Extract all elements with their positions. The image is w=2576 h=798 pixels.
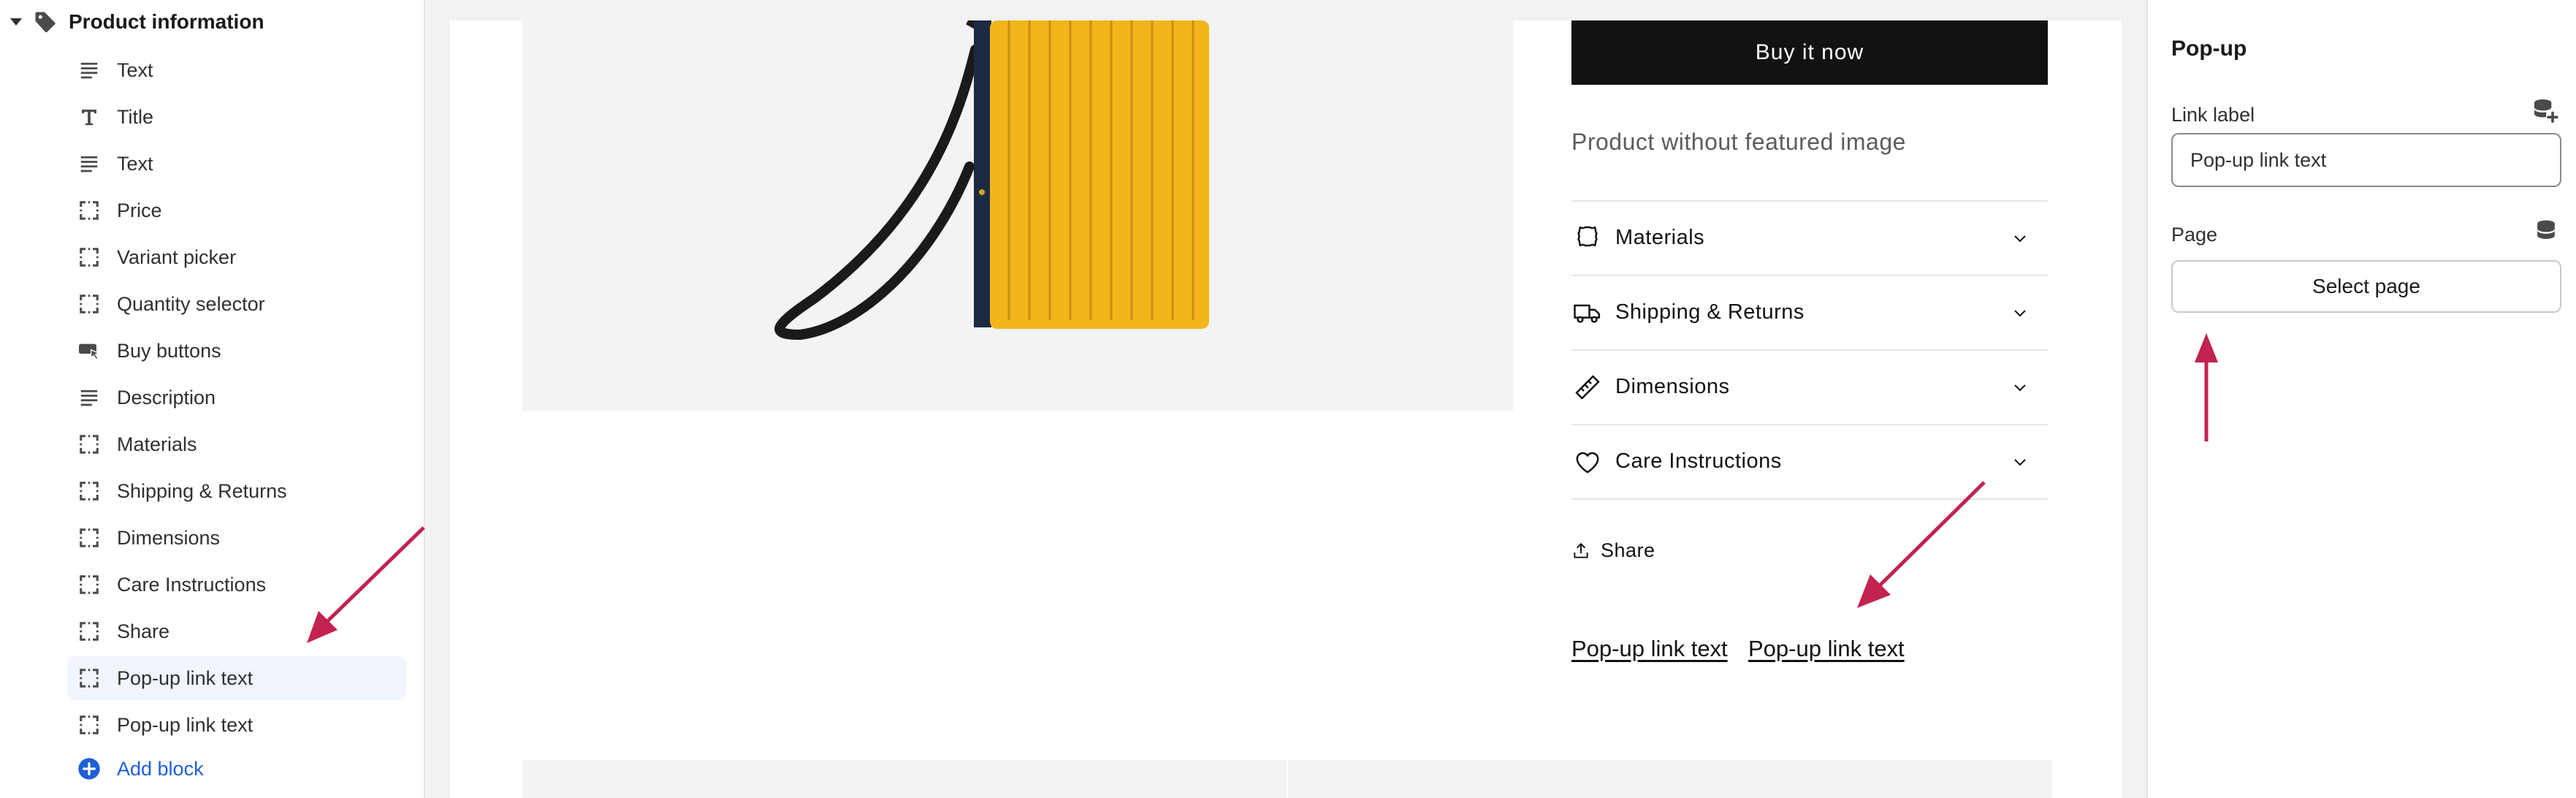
yellow-bag-image — [774, 20, 1209, 341]
sidebar-item-pop-up-link-text[interactable]: Pop-up link text — [67, 656, 406, 700]
product-image[interactable] — [522, 20, 1513, 411]
sidebar-item-share[interactable]: Share — [67, 609, 406, 653]
accordion-materials[interactable]: Materials — [1571, 200, 2048, 274]
accordion-dimensions[interactable]: Dimensions — [1571, 349, 2048, 423]
sidebar-item-price[interactable]: Price — [67, 189, 406, 232]
sidebar-item-variant-picker[interactable]: Variant picker — [67, 235, 406, 279]
preview-canvas: Buy it now Product without featured imag… — [425, 0, 2146, 798]
heart-icon — [1571, 446, 1604, 478]
sidebar-item-quantity-selector[interactable]: Quantity selector — [67, 282, 406, 326]
sidebar-item-label: Share — [117, 620, 170, 642]
button-cursor-icon — [76, 338, 102, 364]
title-T-icon — [76, 104, 102, 130]
media-placeholder — [522, 760, 1287, 798]
popup-link-2[interactable]: Pop-up link text — [1748, 636, 1905, 662]
block-dashed-icon — [76, 665, 102, 691]
section-title: Product information — [69, 10, 264, 33]
sidebar-item-label: Buy buttons — [117, 339, 221, 362]
truck-icon — [1571, 297, 1604, 329]
block-dashed-icon — [76, 431, 102, 457]
accordion-label: Shipping & Returns — [1615, 300, 1805, 324]
sidebar-item-label: Title — [117, 105, 154, 128]
accordion-care-instructions[interactable]: Care Instructions — [1571, 424, 2048, 498]
leather-hide-icon — [1571, 222, 1604, 254]
sidebar-item-label: Care Instructions — [117, 573, 267, 596]
share-label: Share — [1601, 539, 1655, 561]
text-lines-icon — [76, 384, 102, 411]
accordion-label: Dimensions — [1615, 375, 1730, 398]
add-block-button[interactable]: Add block — [67, 747, 406, 791]
dynamic-source-icon[interactable] — [2532, 218, 2560, 246]
sidebar-item-dimensions[interactable]: Dimensions — [67, 516, 406, 560]
sidebar-item-label: Text — [117, 58, 153, 81]
link-label-label: Link label — [2171, 104, 2255, 126]
select-page-button[interactable]: Select page — [2171, 260, 2561, 313]
sidebar-item-pop-up-link-text[interactable]: Pop-up link text — [67, 703, 406, 747]
tag-icon — [35, 12, 56, 33]
sidebar-item-title[interactable]: Title — [67, 95, 406, 139]
sidebar-item-label: Materials — [117, 433, 197, 455]
block-dashed-icon — [76, 571, 102, 598]
accordion-label: Care Instructions — [1615, 449, 1782, 473]
caret-down-icon[interactable] — [10, 18, 22, 26]
accordion-divider — [1571, 498, 2048, 500]
share-button[interactable]: Share — [1571, 539, 1655, 562]
sidebar-item-materials[interactable]: Materials — [67, 422, 406, 466]
accordion-shipping-returns[interactable]: Shipping & Returns — [1571, 275, 2048, 349]
add-block-label: Add block — [117, 757, 204, 780]
sidebar-item-label: Price — [117, 199, 162, 221]
accordion-label: Materials — [1615, 226, 1705, 249]
block-dashed-icon — [76, 618, 102, 645]
sidebar-item-label: Pop-up link text — [117, 713, 254, 736]
chevron-down-icon — [2014, 459, 2026, 466]
settings-title: Pop-up — [2171, 37, 2247, 61]
plus-circle-icon — [76, 756, 102, 782]
page-label: Page — [2171, 224, 2218, 246]
chevron-down-icon — [2014, 310, 2026, 317]
block-sidebar: Product information Text Title Text Price Va… — [0, 0, 425, 798]
sidebar-item-text[interactable]: Text — [67, 48, 406, 92]
sidebar-item-label: Dimensions — [117, 526, 221, 549]
block-dashed-icon — [76, 712, 102, 738]
sidebar-item-label: Pop-up link text — [117, 666, 254, 689]
share-upload-icon — [1574, 542, 1588, 558]
sidebar-item-description[interactable]: Description — [67, 376, 406, 419]
block-dashed-icon — [76, 525, 102, 551]
block-dashed-icon — [76, 197, 102, 224]
link-label-input[interactable] — [2171, 133, 2561, 187]
sidebar-item-shipping-returns[interactable]: Shipping & Returns — [67, 469, 406, 513]
sidebar-item-care-instructions[interactable]: Care Instructions — [67, 563, 406, 607]
sidebar-item-buy-buttons[interactable]: Buy buttons — [67, 329, 406, 373]
sidebar-item-label: Description — [117, 386, 216, 408]
popup-link-1[interactable]: Pop-up link text — [1571, 636, 1728, 662]
block-settings-panel: Pop-up Link label Page Select page — [2146, 0, 2576, 798]
block-dashed-icon — [76, 244, 102, 270]
ruler-icon — [1571, 371, 1604, 403]
media-placeholder — [1288, 760, 2052, 798]
chevron-down-icon — [2014, 384, 2026, 392]
text-lines-icon — [76, 57, 102, 83]
sidebar-item-label: Quantity selector — [117, 292, 265, 315]
sidebar-item-text[interactable]: Text — [67, 142, 406, 186]
block-dashed-icon — [76, 291, 102, 317]
chevron-down-icon — [2014, 235, 2026, 243]
sidebar-item-label: Shipping & Returns — [117, 479, 287, 502]
sidebar-item-label: Variant picker — [117, 246, 237, 268]
product-page-preview: Buy it now Product without featured imag… — [449, 20, 2123, 798]
block-dashed-icon — [76, 478, 102, 504]
buy-it-now-button[interactable]: Buy it now — [1571, 20, 2048, 85]
text-lines-icon — [76, 151, 102, 177]
product-without-image-text: Product without featured image — [1571, 129, 1906, 155]
sidebar-item-label: Text — [117, 152, 153, 175]
dynamic-source-add-icon[interactable] — [2531, 96, 2560, 126]
section-header-product-information[interactable]: Product information — [10, 6, 264, 38]
